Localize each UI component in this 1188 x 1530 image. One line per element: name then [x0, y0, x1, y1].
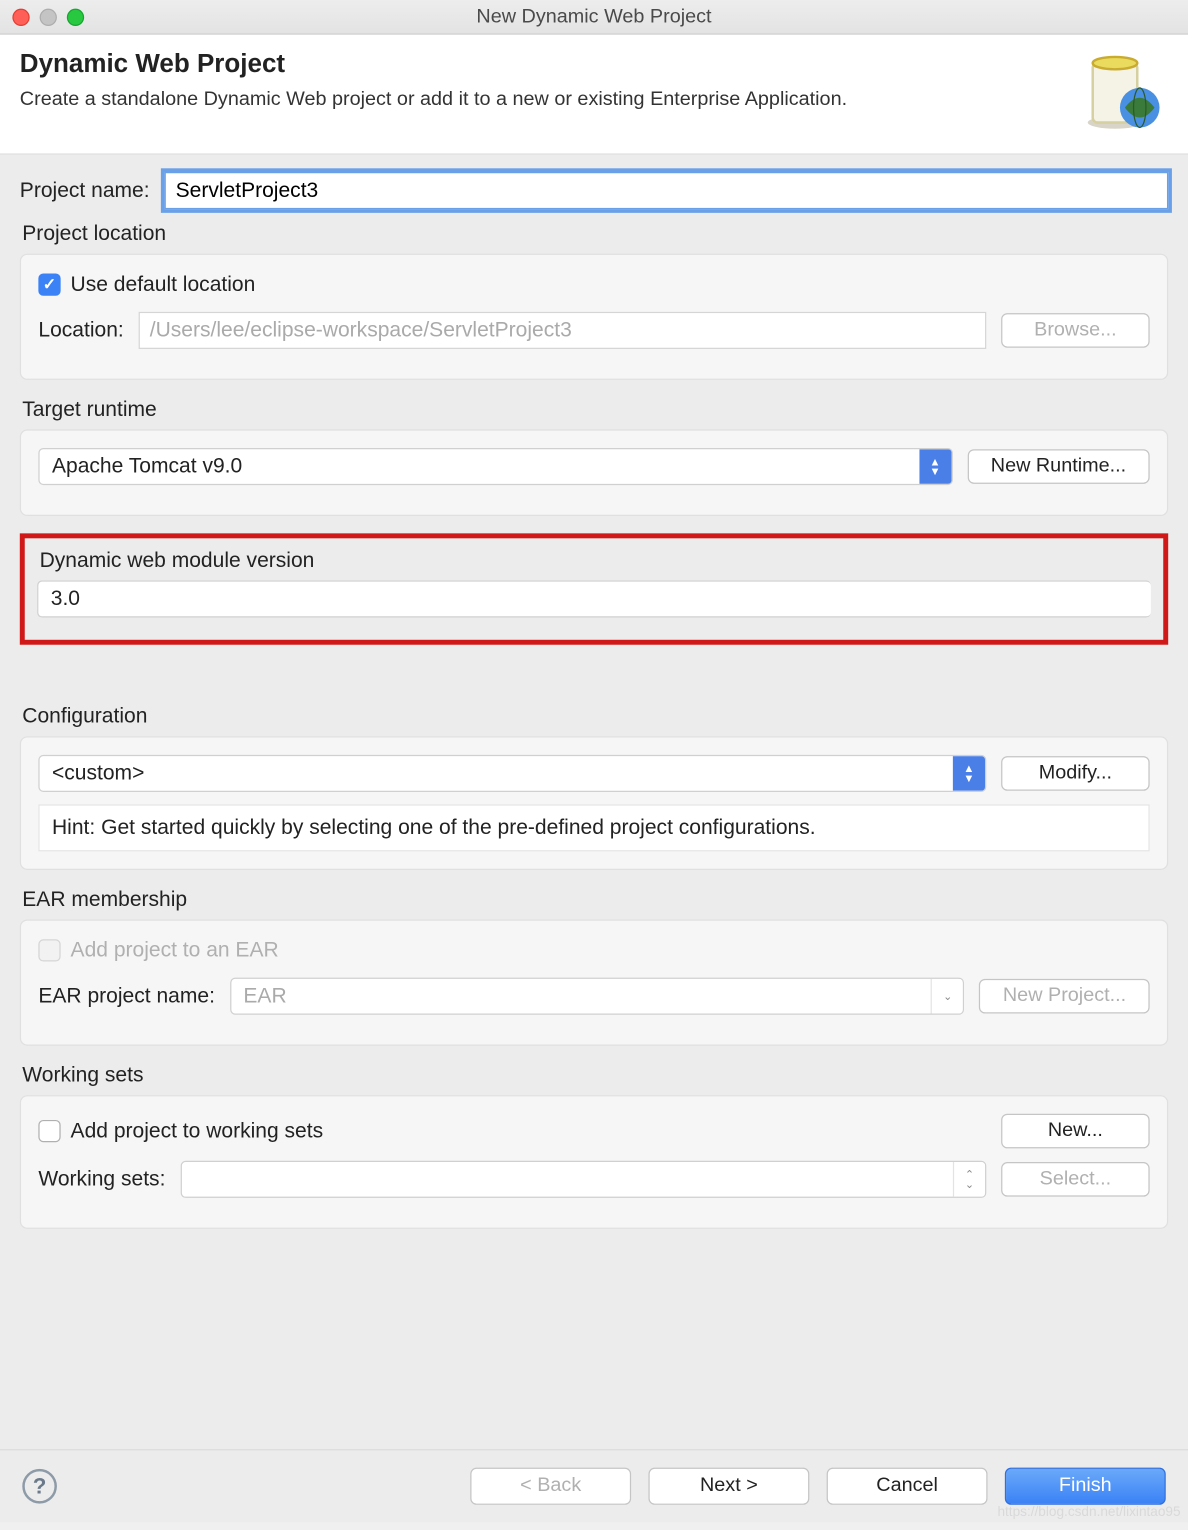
finish-button[interactable]: Finish	[1005, 1468, 1166, 1505]
configuration-title: Configuration	[22, 704, 1168, 729]
next-button[interactable]: Next >	[648, 1468, 809, 1505]
titlebar: New Dynamic Web Project	[0, 0, 1188, 35]
dialog-window: New Dynamic Web Project Dynamic Web Proj…	[0, 0, 1188, 1522]
web-module-title: Dynamic web module version	[40, 548, 1151, 573]
working-sets-group: Add project to working sets New... Worki…	[20, 1095, 1168, 1229]
web-module-select-partial[interactable]: 3.0	[37, 580, 1151, 617]
back-button: < Back	[470, 1468, 631, 1505]
add-to-ear-checkbox[interactable]	[38, 939, 60, 961]
page-title: Dynamic Web Project	[20, 50, 847, 80]
target-runtime-title: Target runtime	[22, 397, 1168, 422]
location-label: Location:	[38, 318, 123, 343]
ear-title: EAR membership	[22, 887, 1168, 912]
dialog-content: Project name: Project location Use defau…	[0, 155, 1188, 1449]
project-name-input[interactable]	[164, 172, 1168, 209]
configuration-select[interactable]: <custom> ▲▼	[38, 755, 986, 792]
project-name-label: Project name:	[20, 178, 150, 203]
chevron-updown-icon: ▲▼	[919, 449, 951, 484]
working-sets-select: ⌃⌄	[180, 1161, 986, 1198]
modify-button[interactable]: Modify...	[1001, 756, 1150, 791]
browse-button: Browse...	[1001, 313, 1150, 348]
target-runtime-group: Apache Tomcat v9.0 ▲▼ New Runtime...	[20, 429, 1168, 516]
working-sets-title: Working sets	[22, 1063, 1168, 1088]
ear-project-name-label: EAR project name:	[38, 984, 215, 1009]
watermark: https://blog.csdn.net/lixintao95	[997, 1505, 1180, 1520]
use-default-location-label: Use default location	[71, 272, 256, 297]
chevron-down-icon: ⌄	[931, 979, 963, 1014]
dialog-header: Dynamic Web Project Create a standalone …	[0, 35, 1188, 155]
add-to-working-sets-checkbox[interactable]	[38, 1120, 60, 1142]
highlight-annotation: Dynamic web module version 3.0	[20, 533, 1168, 644]
new-ear-project-button: New Project...	[979, 979, 1149, 1014]
add-to-working-sets-label: Add project to working sets	[71, 1119, 324, 1144]
project-location-group: Use default location Location: /Users/le…	[20, 254, 1168, 380]
cancel-button[interactable]: Cancel	[827, 1468, 988, 1505]
select-working-set-button: Select...	[1001, 1162, 1150, 1197]
project-location-title: Project location	[22, 222, 1168, 247]
wizard-banner-icon	[1079, 50, 1168, 139]
configuration-group: <custom> ▲▼ Modify... Hint: Get started …	[20, 736, 1168, 870]
add-to-ear-label: Add project to an EAR	[71, 938, 279, 963]
target-runtime-select[interactable]: Apache Tomcat v9.0 ▲▼	[38, 448, 952, 485]
ear-project-name-select: EAR ⌄	[230, 978, 965, 1015]
window-title: New Dynamic Web Project	[0, 6, 1188, 28]
chevron-updown-icon: ⌃⌄	[953, 1162, 985, 1197]
new-runtime-button[interactable]: New Runtime...	[967, 449, 1149, 484]
page-subtitle: Create a standalone Dynamic Web project …	[20, 89, 847, 111]
help-icon[interactable]: ?	[22, 1469, 57, 1504]
working-sets-label: Working sets:	[38, 1167, 165, 1192]
configuration-hint: Hint: Get started quickly by selecting o…	[38, 804, 1149, 851]
chevron-updown-icon: ▲▼	[953, 756, 985, 791]
ear-group: Add project to an EAR EAR project name: …	[20, 919, 1168, 1045]
use-default-location-checkbox[interactable]	[38, 273, 60, 295]
new-working-set-button[interactable]: New...	[1001, 1114, 1150, 1149]
location-input: /Users/lee/eclipse-workspace/ServletProj…	[139, 312, 987, 349]
